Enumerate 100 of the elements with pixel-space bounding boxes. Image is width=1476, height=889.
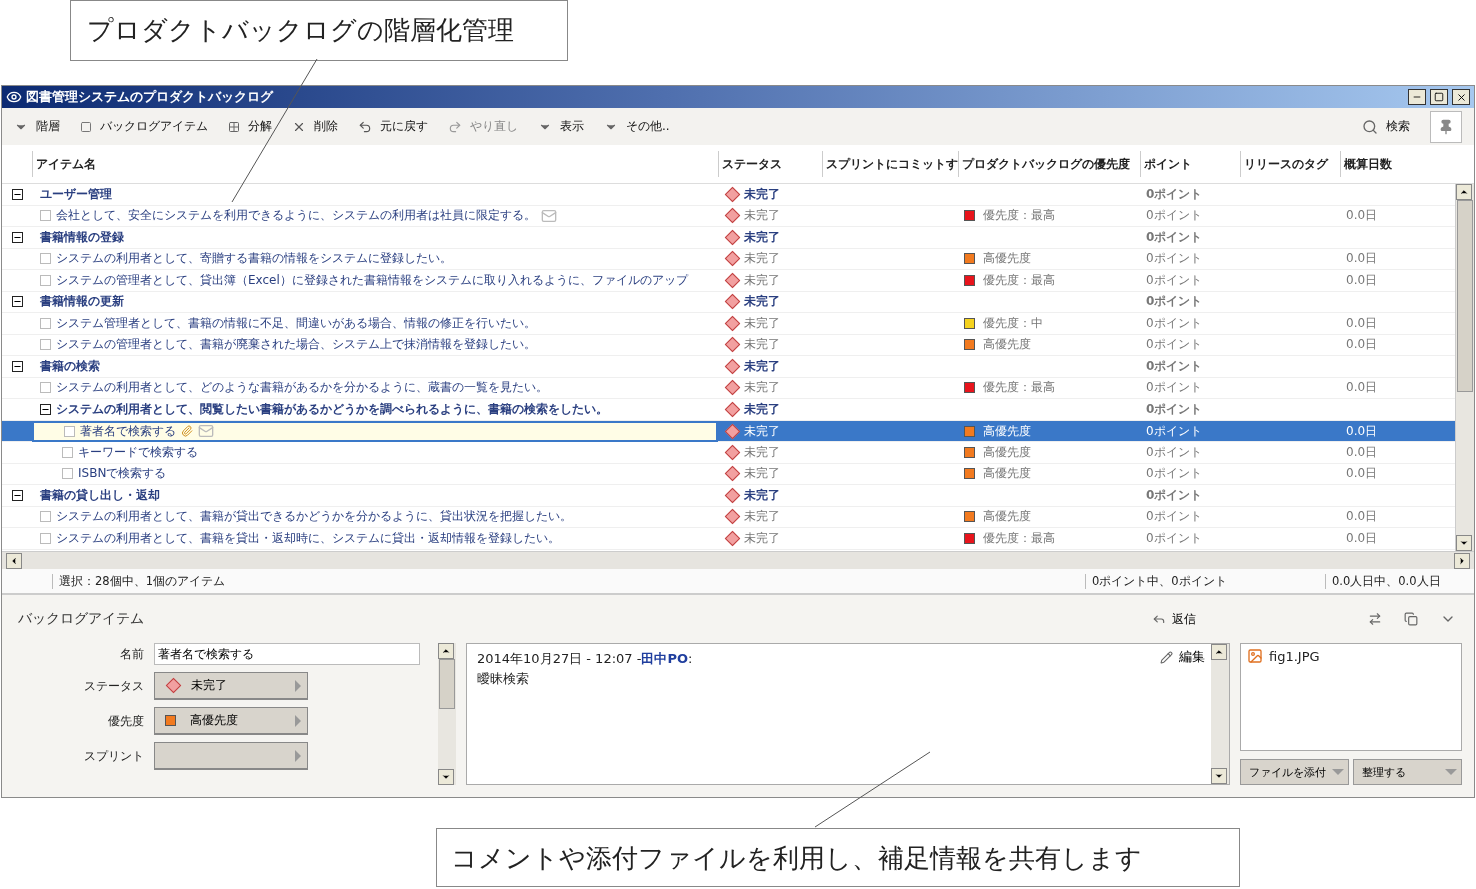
checkbox[interactable] <box>40 382 51 394</box>
days-text: 0.0日 <box>1346 465 1378 483</box>
column-header[interactable]: ポイント <box>1140 151 1240 177</box>
table-row[interactable]: 会社として、安全にシステムを利用できるように、システムの利用者は社員に限定する。 未完了 優先度：最高 0ポイント 0.0日 <box>2 205 1455 227</box>
toolbar-button[interactable]: その他.. <box>604 118 670 135</box>
days-text: 0.0日 <box>1346 314 1378 332</box>
checkbox[interactable] <box>62 468 73 480</box>
menu-button[interactable]: ファイルを添付 <box>1240 759 1349 785</box>
field-label: ステータス <box>83 678 144 694</box>
collapse-button[interactable] <box>40 403 51 415</box>
column-header[interactable]: スプリントにコミットす <box>822 151 958 177</box>
close-button[interactable] <box>1452 89 1470 105</box>
pin-button[interactable] <box>1430 110 1462 143</box>
toolbar-button[interactable]: 階層 <box>14 118 60 135</box>
table-row[interactable]: 書籍情報の登録 未完了 0ポイント <box>2 227 1455 249</box>
status-text: 未完了 <box>744 400 780 418</box>
item-name[interactable]: ISBNで検索する <box>78 465 167 483</box>
scroll-up-button[interactable] <box>1456 184 1472 200</box>
collapse-button[interactable] <box>11 231 23 243</box>
table-row[interactable]: システムの利用者として、どのような書籍があるかを分かるように、蔵書の一覧を見たい。 未完了 優先度：最高 0ポイント 0.0日 <box>2 377 1455 399</box>
item-name[interactable]: システムの利用者として、閲覧したい書籍があるかどうかを調べられるように、書籍の検索をしたい。 <box>56 400 608 418</box>
table-row[interactable]: システム管理者として、書籍の情報に不足、間違いがある場合、情報の修正を行いたい。 未完了 優先度：中 0ポイント 0.0日 <box>2 313 1455 335</box>
scroll-up-button[interactable] <box>438 643 454 659</box>
priority-text: 高優先度 <box>983 443 1031 461</box>
status-dropdown[interactable]: 未完了 <box>154 672 308 700</box>
checkbox[interactable] <box>40 511 51 523</box>
table-row[interactable]: システムの利用者として、閲覧したい書籍があるかどうかを調べられるように、書籍の検索をしたい。 未完了 0ポイント <box>2 399 1455 421</box>
scroll-left-button[interactable] <box>6 552 22 569</box>
scroll-right-button[interactable] <box>1454 552 1470 569</box>
points-text: 0ポイント <box>1146 185 1203 203</box>
toolbar-button[interactable]: 元に戻す <box>358 118 428 135</box>
table-row[interactable]: システムの管理者として、貸出簿（Excel）に登録された書籍情報をシステムに取り入れるように、ファイルのアップ 未完了 優先度：最高 0ポイント 0.0日 <box>2 270 1455 292</box>
days-text: 0.0日 <box>1346 336 1378 354</box>
item-name[interactable]: システムの利用者として、どのような書籍があるかを分かるように、蔵書の一覧を見たい。 <box>56 379 548 397</box>
copy-icon <box>1404 612 1418 626</box>
item-name[interactable]: 書籍の貸し出し・返却 <box>40 486 160 504</box>
collapse-button[interactable] <box>11 188 23 200</box>
scroll-down-button[interactable] <box>1211 768 1227 784</box>
item-name[interactable]: 著者名で検索する <box>80 422 176 440</box>
checkbox[interactable] <box>40 532 51 544</box>
points-text: 0ポイント <box>1146 508 1202 526</box>
item-name[interactable]: ユーザー管理 <box>40 185 112 203</box>
toolbar-button[interactable]: バックログアイテム <box>80 118 208 135</box>
item-name[interactable]: キーワードで検索する <box>78 443 198 461</box>
toolbar-button[interactable]: 表示 <box>538 118 584 135</box>
column-header[interactable]: 概算日数 <box>1340 151 1456 177</box>
checkbox[interactable] <box>40 210 51 222</box>
checkbox[interactable] <box>40 253 51 265</box>
checkbox[interactable] <box>62 446 73 458</box>
days-text: 0.0日 <box>1346 379 1378 397</box>
item-name[interactable]: システムの利用者として、寄贈する書籍の情報をシステムに登録したい。 <box>56 250 452 268</box>
column-header[interactable]: リリースのタグ <box>1240 151 1340 177</box>
scroll-down-button[interactable] <box>1456 535 1472 551</box>
table-row[interactable]: ISBNで検索する 未完了 高優先度 0ポイント 0.0日 <box>2 463 1455 485</box>
collapse-button[interactable] <box>11 489 23 501</box>
checkbox[interactable] <box>40 317 51 329</box>
attachment-item[interactable]: fig1.JPG <box>1247 648 1320 664</box>
table-row[interactable]: システムの管理者として、書籍が廃棄された場合、システム上で抹消情報を登録したい。 未完了 高優先度 0ポイント 0.0日 <box>2 334 1455 356</box>
maximize-icon <box>1434 92 1444 102</box>
item-name[interactable]: システム管理者として、書籍の情報に不足、間違いがある場合、情報の修正を行いたい。 <box>56 314 536 332</box>
item-name[interactable]: システムの利用者として、書籍が貸出できるかどうかを分かるように、貸出状況を把握したい。 <box>56 508 572 526</box>
toolbar-button[interactable]: 分解 <box>228 118 272 135</box>
maximize-button[interactable] <box>1430 89 1448 105</box>
column-header[interactable]: アイテム名 <box>32 151 718 177</box>
item-name[interactable]: システムの管理者として、書籍が廃棄された場合、システム上で抹消情報を登録したい。 <box>56 336 536 354</box>
table-row[interactable]: ユーザー管理 未完了 0ポイント <box>2 184 1455 206</box>
item-name[interactable]: システムの利用者として、書籍を貸出・返却時に、システムに貸出・返却情報を登録したい。 <box>56 529 560 547</box>
checkbox[interactable] <box>40 339 51 351</box>
checkbox[interactable] <box>64 425 75 437</box>
priority-dropdown[interactable]: 高優先度 <box>154 707 308 735</box>
table-row[interactable]: 書籍の検索 未完了 0ポイント <box>2 356 1455 378</box>
item-name[interactable]: 書籍情報の更新 <box>40 293 124 311</box>
checkbox[interactable] <box>40 274 51 286</box>
selected-row[interactable]: 著者名で検索する 未完了 高優先度 0ポイント 0.0日 <box>2 420 1455 442</box>
scroll-down-button[interactable] <box>438 769 454 785</box>
toolbar-button[interactable]: 削除 <box>292 118 338 135</box>
status-text: 未完了 <box>744 250 780 268</box>
search-button[interactable]: 検索 <box>1362 118 1410 135</box>
edit-button[interactable]: 編集 <box>1154 648 1211 666</box>
table-row[interactable]: キーワードで検索する 未完了 高優先度 0ポイント 0.0日 <box>2 442 1455 464</box>
column-header[interactable]: ステータス <box>718 151 822 177</box>
item-name[interactable]: 書籍情報の登録 <box>40 228 124 246</box>
minimize-button[interactable] <box>1408 89 1426 105</box>
collapse-button[interactable] <box>11 296 23 308</box>
collapse-button[interactable] <box>11 360 23 372</box>
table-row[interactable]: 書籍情報の更新 未完了 0ポイント <box>2 291 1455 313</box>
table-row[interactable]: システムの利用者として、寄贈する書籍の情報をシステムに登録したい。 未完了 高優先度 0ポイント 0.0日 <box>2 248 1455 270</box>
table-row[interactable]: システムの利用者として、書籍を貸出・返却時に、システムに貸出・返却情報を登録したい。 未完了 優先度：最高 0ポイント 0.0日 <box>2 528 1455 550</box>
column-header[interactable]: プロダクトバックログの優先度 <box>958 151 1140 177</box>
menu-button[interactable]: 整理する <box>1353 759 1462 785</box>
table-row[interactable]: システムの利用者として、書籍が貸出できるかどうかを分かるように、貸出状況を把握したい。 未完了 高優先度 0ポイント 0.0日 <box>2 506 1455 528</box>
name-field[interactable]: 著者名で検索する <box>154 643 420 665</box>
item-name[interactable]: 会社として、安全にシステムを利用できるように、システムの利用者は社員に限定する。 <box>56 207 536 225</box>
item-name[interactable]: システムの管理者として、貸出簿（Excel）に登録された書籍情報をシステムに取り入れるように、ファイルのアップ <box>56 271 688 289</box>
item-name[interactable]: 書籍の検索 <box>40 357 100 375</box>
left-arrow-icon <box>9 555 19 566</box>
reply-button[interactable]: 返信 <box>1146 610 1202 628</box>
table-row[interactable]: 書籍の貸し出し・返却 未完了 0ポイント <box>2 485 1455 507</box>
status-text: 未完了 <box>744 422 780 440</box>
scroll-up-button[interactable] <box>1211 644 1227 660</box>
